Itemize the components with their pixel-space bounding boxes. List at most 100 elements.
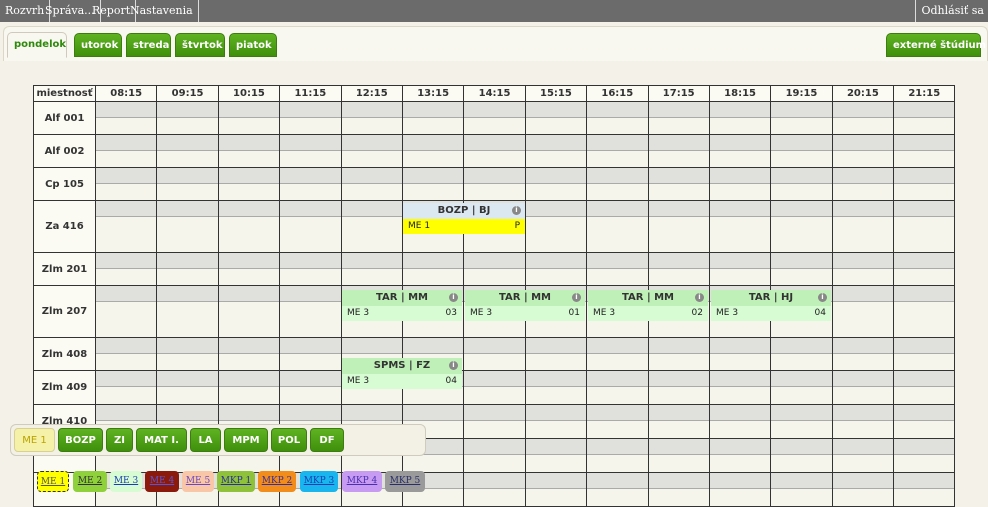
info-icon[interactable]: i [818, 293, 827, 302]
group-chip-me5[interactable]: ME 5 [182, 471, 214, 492]
time-slot-cell[interactable] [586, 438, 649, 473]
time-slot-cell[interactable] [647, 200, 710, 253]
time-slot-cell[interactable] [708, 101, 772, 135]
time-slot-cell[interactable] [217, 285, 281, 338]
time-slot-cell[interactable] [279, 200, 342, 253]
time-slot-cell[interactable] [831, 167, 895, 201]
time-slot-cell[interactable] [94, 134, 158, 168]
time-slot-cell[interactable] [463, 438, 526, 473]
menu-nastavenia[interactable]: Nastavenia [125, 0, 199, 22]
subject-tab-mpm[interactable]: MPM [224, 428, 268, 452]
time-slot-cell[interactable] [463, 134, 526, 168]
time-slot-cell[interactable] [647, 134, 710, 168]
subject-tab-zi[interactable]: ZI [106, 428, 133, 452]
event-bozp-bj[interactable]: BOZP | BJ i ME 1 P [403, 203, 525, 234]
time-slot-cell[interactable] [893, 370, 956, 405]
time-slot-cell[interactable] [401, 101, 465, 135]
group-chip-me2[interactable]: ME 2 [73, 471, 107, 492]
time-slot-cell[interactable] [340, 200, 403, 253]
time-slot-cell[interactable] [831, 200, 895, 253]
time-slot-cell[interactable] [217, 252, 281, 286]
time-slot-cell[interactable] [463, 472, 526, 507]
time-slot-cell[interactable] [156, 337, 219, 371]
info-icon[interactable]: i [572, 293, 581, 302]
group-chip-mkp1[interactable]: MKP 1 [217, 471, 255, 492]
time-slot-cell[interactable] [708, 252, 772, 286]
time-slot-cell[interactable] [893, 472, 956, 507]
time-slot-cell[interactable] [831, 285, 895, 338]
time-slot-cell[interactable] [647, 438, 710, 473]
tab-stvrtok[interactable]: štvrtok [175, 33, 225, 57]
time-slot-cell[interactable] [893, 200, 956, 253]
tab-pondelok[interactable]: pondelok [7, 32, 67, 58]
time-slot-cell[interactable] [647, 167, 710, 201]
time-slot-cell[interactable] [831, 337, 895, 371]
time-slot-cell[interactable] [831, 134, 895, 168]
time-slot-cell[interactable] [279, 285, 342, 338]
time-slot-cell[interactable] [586, 200, 649, 253]
time-slot-cell[interactable] [217, 101, 281, 135]
subject-tab-la[interactable]: LA [190, 428, 221, 452]
time-slot-cell[interactable] [770, 252, 833, 286]
time-slot-cell[interactable] [586, 404, 649, 439]
group-chip-mkp3[interactable]: MKP 3 [300, 471, 338, 492]
time-slot-cell[interactable] [647, 337, 710, 371]
time-slot-cell[interactable] [524, 167, 588, 201]
event-tar-mm-2[interactable]: TAR | MM i ME 3 01 [465, 290, 585, 321]
time-slot-cell[interactable] [156, 167, 219, 201]
subject-tab-bozp[interactable]: BOZP [58, 428, 103, 452]
group-chip-me1[interactable]: ME 1 [37, 471, 69, 492]
time-slot-cell[interactable] [647, 472, 710, 507]
time-slot-cell[interactable] [770, 404, 833, 439]
time-slot-cell[interactable] [524, 337, 588, 371]
event-tar-mm-3[interactable]: TAR | MM i ME 3 02 [588, 290, 708, 321]
group-chip-me3[interactable]: ME 3 [110, 471, 142, 492]
time-slot-cell[interactable] [524, 438, 588, 473]
time-slot-cell[interactable] [156, 285, 219, 338]
time-slot-cell[interactable] [586, 337, 649, 371]
time-slot-cell[interactable] [94, 285, 158, 338]
time-slot-cell[interactable] [708, 472, 772, 507]
time-slot-cell[interactable] [401, 167, 465, 201]
subject-tab-df[interactable]: DF [310, 428, 344, 452]
time-slot-cell[interactable] [893, 134, 956, 168]
time-slot-cell[interactable] [770, 472, 833, 507]
info-icon[interactable]: i [512, 206, 521, 215]
time-slot-cell[interactable] [708, 167, 772, 201]
time-slot-cell[interactable] [893, 404, 956, 439]
group-chip-me4[interactable]: ME 4 [145, 471, 179, 492]
time-slot-cell[interactable] [217, 337, 281, 371]
time-slot-cell[interactable] [217, 370, 281, 405]
time-slot-cell[interactable] [770, 370, 833, 405]
time-slot-cell[interactable] [524, 370, 588, 405]
time-slot-cell[interactable] [708, 404, 772, 439]
time-slot-cell[interactable] [156, 101, 219, 135]
time-slot-cell[interactable] [94, 167, 158, 201]
time-slot-cell[interactable] [217, 134, 281, 168]
time-slot-cell[interactable] [279, 134, 342, 168]
event-tar-hj[interactable]: TAR | HJ i ME 3 04 [711, 290, 831, 321]
time-slot-cell[interactable] [401, 252, 465, 286]
time-slot-cell[interactable] [586, 472, 649, 507]
time-slot-cell[interactable] [770, 101, 833, 135]
time-slot-cell[interactable] [524, 404, 588, 439]
tab-utorok[interactable]: utorok [74, 33, 122, 57]
group-chip-mkp5[interactable]: MKP 5 [385, 471, 425, 492]
time-slot-cell[interactable] [279, 337, 342, 371]
time-slot-cell[interactable] [831, 438, 895, 473]
time-slot-cell[interactable] [94, 200, 158, 253]
subject-tab-pol[interactable]: POL [271, 428, 307, 452]
time-slot-cell[interactable] [463, 252, 526, 286]
time-slot-cell[interactable] [893, 438, 956, 473]
time-slot-cell[interactable] [831, 472, 895, 507]
time-slot-cell[interactable] [893, 252, 956, 286]
time-slot-cell[interactable] [279, 167, 342, 201]
time-slot-cell[interactable] [524, 101, 588, 135]
time-slot-cell[interactable] [586, 134, 649, 168]
time-slot-cell[interactable] [893, 337, 956, 371]
time-slot-cell[interactable] [463, 337, 526, 371]
time-slot-cell[interactable] [647, 370, 710, 405]
time-slot-cell[interactable] [156, 370, 219, 405]
time-slot-cell[interactable] [217, 200, 281, 253]
time-slot-cell[interactable] [463, 101, 526, 135]
